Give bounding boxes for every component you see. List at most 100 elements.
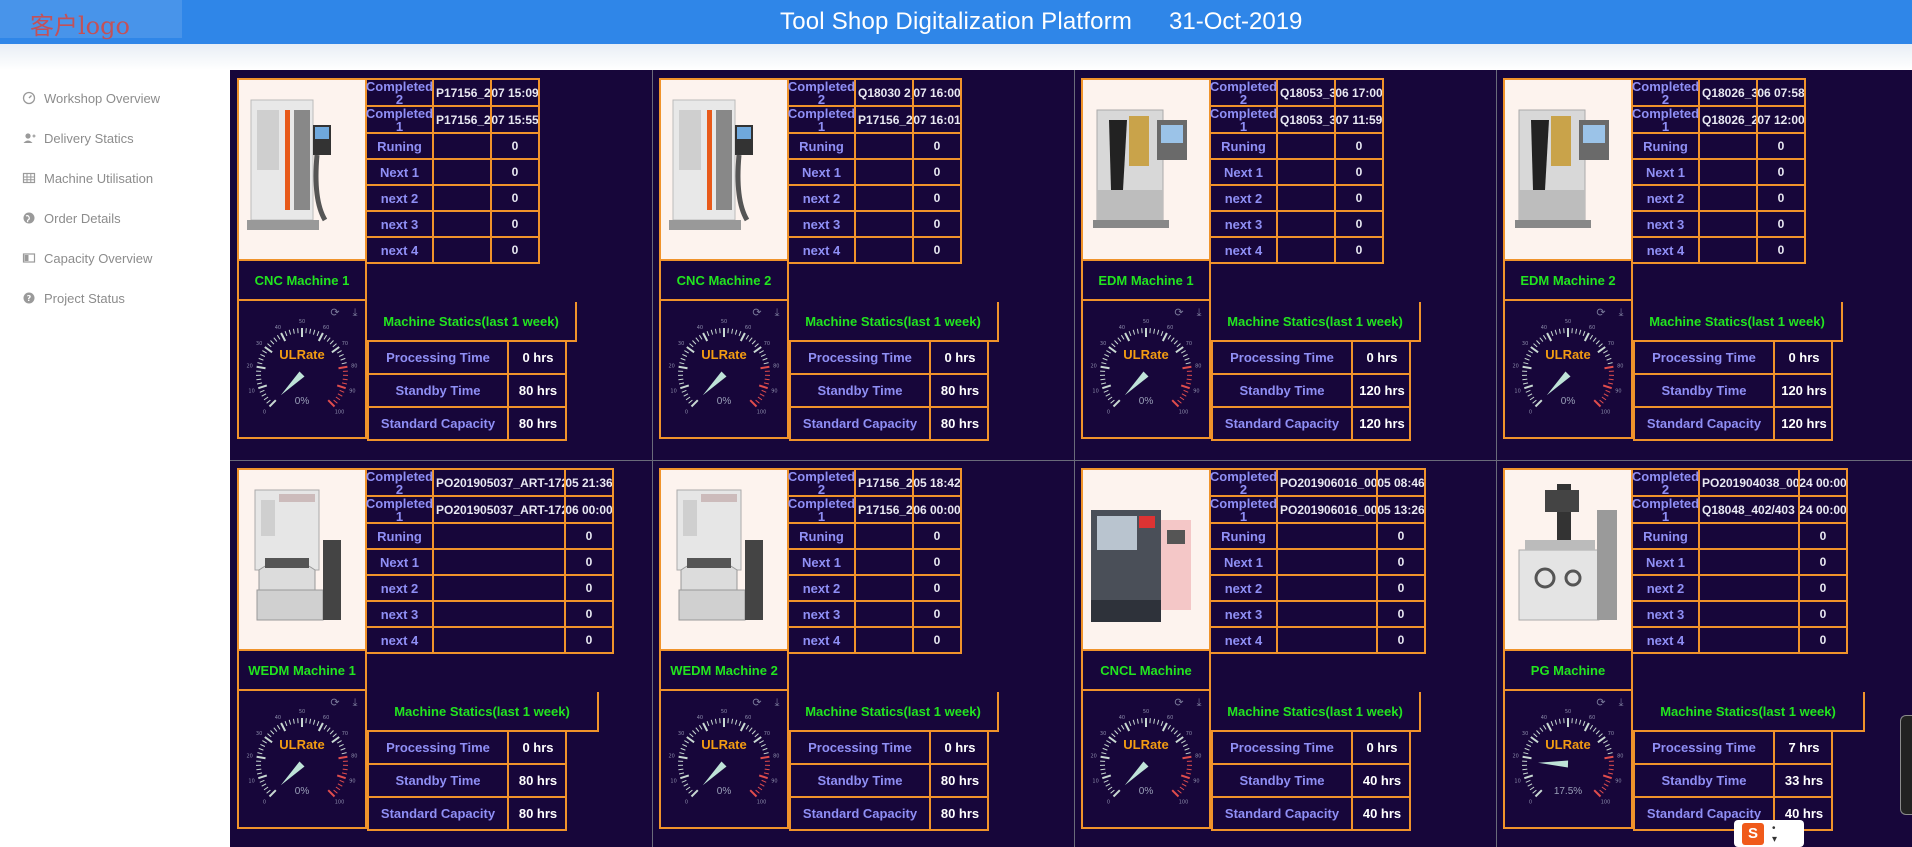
stat-label: Standard Capacity xyxy=(1213,408,1353,439)
stat-row-processing-time: Processing Time 0 hrs xyxy=(789,732,989,765)
order-code: P17156_204 xyxy=(856,107,914,132)
page-title: Tool Shop Digitalization Platform xyxy=(780,8,1133,35)
order-code-empty xyxy=(434,602,566,626)
svg-text:80: 80 xyxy=(773,754,779,760)
stat-row-standard-capacity: Standard Capacity 80 hrs xyxy=(367,408,567,441)
stats-title: Machine Statics(last 1 week) xyxy=(789,692,999,732)
stats-title: Machine Statics(last 1 week) xyxy=(367,302,577,342)
order-code-empty xyxy=(1700,602,1800,626)
order-code-empty xyxy=(1278,238,1336,262)
side-tab[interactable] xyxy=(1900,715,1912,815)
order-code-empty xyxy=(856,134,914,158)
gauge-value: 0% xyxy=(294,786,310,797)
order-code: Q18030 2_401B xyxy=(856,80,914,105)
svg-text:20: 20 xyxy=(247,364,253,370)
queue-count: 0 xyxy=(933,165,941,179)
order-code: Q18053_301B xyxy=(1278,80,1336,105)
queue-count: 0 xyxy=(1819,581,1827,595)
svg-text:60: 60 xyxy=(323,325,329,331)
stat-row-standby-time: Standby Time 80 hrs xyxy=(789,765,989,798)
stat-label: Standard Capacity xyxy=(369,798,509,829)
svg-text:40: 40 xyxy=(1541,715,1547,721)
order-time: 07 15:09 xyxy=(492,85,538,100)
table-row-next-2: next 2 0 xyxy=(1211,186,1382,212)
row-label: Next 1 xyxy=(789,160,856,184)
sidebar-item-label: Workshop Overview xyxy=(44,90,161,106)
order-code: PO201906016_001 xyxy=(1278,497,1378,522)
order-code-empty xyxy=(1700,576,1800,600)
svg-text:50: 50 xyxy=(1143,709,1149,715)
gauge-title: ULRate xyxy=(279,347,325,362)
queue-count: 0 xyxy=(1397,607,1405,621)
stat-row-standby-time: Standby Time 80 hrs xyxy=(367,375,567,408)
order-code: PO201905037_ART-17206 xyxy=(434,470,566,495)
stat-label: Standby Time xyxy=(1213,375,1353,406)
gauge-needle xyxy=(1546,371,1571,396)
table-row-next-4: next 4 0 xyxy=(1211,628,1424,654)
queue-count: 0 xyxy=(511,243,519,257)
order-code-empty xyxy=(856,212,914,236)
svg-text:90: 90 xyxy=(1193,778,1199,784)
edm-machine-image xyxy=(1503,78,1633,261)
sidebar-item-workshop-overview[interactable]: Workshop Overview xyxy=(22,88,160,108)
table-row-completed-1: Completed 1P17156_20506 00:00 xyxy=(788,497,960,524)
table-row-next-4: next 4 0 xyxy=(789,238,960,264)
table-row-next-2: next 2 0 xyxy=(367,186,538,212)
queue-count: 0 xyxy=(1397,529,1405,543)
gauge-needle xyxy=(1124,371,1149,396)
sidebar-item-order-details[interactable]: Order Details xyxy=(22,208,121,228)
row-label: Completed 2 xyxy=(1631,468,1700,497)
order-time: 05 21:36 xyxy=(566,475,612,490)
order-time: 06 00:00 xyxy=(566,502,612,517)
sidebar: Workshop Overview Delivery Statics Machi… xyxy=(0,70,230,847)
table-row-completed-2: Completed 2P17156_20505 18:42 xyxy=(788,470,960,497)
svg-text:50: 50 xyxy=(1565,319,1571,325)
order-code-empty xyxy=(434,160,492,184)
svg-text:60: 60 xyxy=(1167,325,1173,331)
stats-title: Machine Statics(last 1 week) xyxy=(1633,302,1843,342)
table-row-next-3: next 3 0 xyxy=(1211,602,1424,628)
svg-text:70: 70 xyxy=(764,731,770,737)
svg-text:90: 90 xyxy=(349,388,355,394)
svg-text:30: 30 xyxy=(678,731,684,737)
svg-text:0: 0 xyxy=(1529,410,1532,416)
stats-title: Machine Statics(last 1 week) xyxy=(1633,692,1865,732)
row-label: next 3 xyxy=(1211,212,1278,236)
svg-text:10: 10 xyxy=(1514,778,1520,784)
queue-count: 0 xyxy=(1819,607,1827,621)
sidebar-item-delivery-statics[interactable]: Delivery Statics xyxy=(22,128,134,148)
svg-text:30: 30 xyxy=(256,341,262,347)
sidebar-item-project-status[interactable]: ? Project Status xyxy=(22,288,125,308)
row-label: next 2 xyxy=(1633,186,1700,210)
ulrate-gauge: ⟳ ⤓ 0 10 20 30 40 50 60 70 80 90 100 ULRate 17.5% xyxy=(1503,691,1633,829)
machine-card: PG Machine ⟳ ⤓ 0 10 20 30 40 50 60 70 80 90 100 UL… xyxy=(1496,460,1912,847)
row-label: Completed 2 xyxy=(1209,78,1278,107)
order-code-empty xyxy=(1278,212,1336,236)
queue-count: 0 xyxy=(511,165,519,179)
stat-value: 0 hrs xyxy=(522,740,554,755)
row-label: next 4 xyxy=(789,628,856,652)
table-row-next-1: Next 1 0 xyxy=(1633,550,1846,576)
row-label: next 2 xyxy=(1211,186,1278,210)
stat-row-processing-time: Processing Time 0 hrs xyxy=(1211,342,1411,375)
gauge-needle xyxy=(1538,760,1569,768)
table-row-running: Runing 0 xyxy=(789,134,960,160)
queue-count: 0 xyxy=(1777,191,1785,205)
svg-text:50: 50 xyxy=(1143,319,1149,325)
machine-name: EDM Machine 2 xyxy=(1503,261,1633,301)
svg-text:100: 100 xyxy=(757,800,767,806)
sidebar-item-capacity-overview[interactable]: Capacity Overview xyxy=(22,248,152,268)
svg-text:10: 10 xyxy=(1514,388,1520,394)
table-row-next-1: Next 1 0 xyxy=(1211,550,1424,576)
order-code-empty xyxy=(434,186,492,210)
sidebar-item-machine-utilisation[interactable]: Machine Utilisation xyxy=(22,168,153,188)
svg-text:80: 80 xyxy=(351,754,357,760)
queue-count: 0 xyxy=(1397,633,1405,647)
order-time: 07 16:01 xyxy=(914,112,960,127)
row-label: Completed 2 xyxy=(1631,78,1700,107)
input-method-badge[interactable]: S • ▾ xyxy=(1734,820,1804,847)
sidebar-item-label: Delivery Statics xyxy=(44,130,134,146)
table-row-completed-1: Completed 1 Q18048_402/403 24 00:00 xyxy=(1632,497,1846,524)
row-label: next 3 xyxy=(789,602,856,626)
stat-value: 120 hrs xyxy=(1781,383,1827,398)
